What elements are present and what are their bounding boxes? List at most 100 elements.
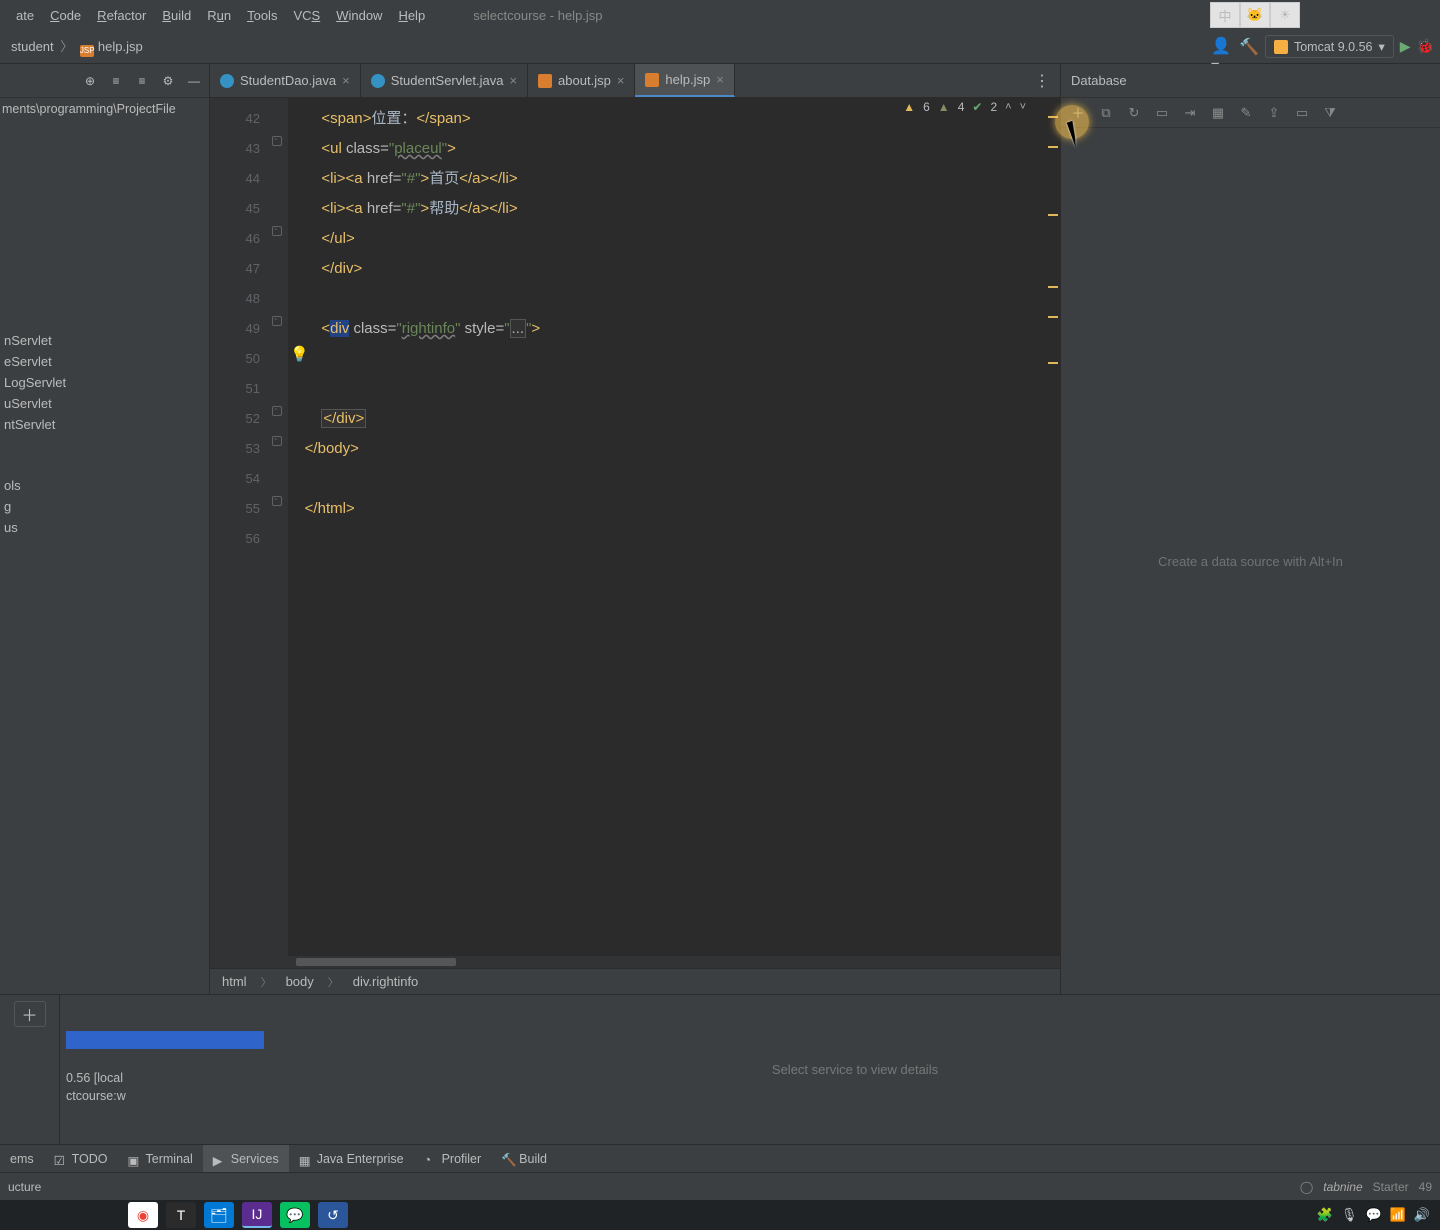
table-icon[interactable]: ▦	[1209, 104, 1227, 122]
service-item[interactable]: 0.56 [local	[66, 1069, 264, 1087]
text-app[interactable]: T	[166, 1202, 196, 1228]
tree-item[interactable]: ntServlet	[0, 414, 209, 435]
locate-icon[interactable]: ⊕	[81, 72, 99, 90]
fold-marker[interactable]	[272, 316, 282, 326]
menu-help[interactable]: Help	[390, 4, 433, 27]
close-icon[interactable]: ×	[716, 72, 724, 87]
expand-icon[interactable]: ≡	[107, 72, 125, 90]
tooltab-profiler[interactable]: ◔Profiler	[414, 1145, 492, 1172]
tray-icon[interactable]: 🔊	[1414, 1207, 1430, 1223]
code-editor[interactable]: 424344454647484950515253545556 <span>位置：…	[210, 98, 1060, 956]
horizontal-scrollbar[interactable]	[210, 956, 1060, 968]
tooltab-javaee[interactable]: ▦Java Enterprise	[289, 1145, 414, 1172]
ime-b[interactable]: 🐱	[1240, 2, 1270, 28]
ime-lang[interactable]: 中	[1210, 2, 1240, 28]
tab-studentservlet[interactable]: StudentServlet.java×	[361, 64, 528, 97]
tree-item[interactable]: nServlet	[0, 330, 209, 351]
tree-item[interactable]: us	[0, 517, 209, 538]
tooltab-todo[interactable]: ☑TODO	[44, 1145, 118, 1172]
close-icon[interactable]: ×	[342, 73, 350, 88]
tree-item[interactable]: eServlet	[0, 351, 209, 372]
jump-icon[interactable]: ⇥	[1181, 104, 1199, 122]
breadcrumb[interactable]: student 〉 JSPhelp.jsp	[6, 34, 148, 59]
intention-bulb-icon[interactable]: 💡	[290, 345, 309, 363]
fold-marker[interactable]	[272, 226, 282, 236]
ddl-icon[interactable]: ⇪	[1265, 104, 1283, 122]
edit-icon[interactable]: ✎	[1237, 104, 1255, 122]
inspection-widget[interactable]: ▲6 ▲4 ✔2 ˄ ˅	[903, 100, 1026, 114]
code-with-me-icon[interactable]: 👤▾	[1211, 36, 1233, 58]
tray-icon[interactable]: 🧩	[1317, 1207, 1333, 1223]
chrome-app[interactable]: ◉	[128, 1202, 158, 1228]
hide-icon[interactable]: —	[185, 72, 203, 90]
line-gutter[interactable]: 424344454647484950515253545556	[210, 98, 268, 956]
structure-label[interactable]: ucture	[8, 1180, 41, 1194]
tooltab-terminal[interactable]: ▣Terminal	[118, 1145, 203, 1172]
service-item[interactable]: ctcourse:w	[66, 1087, 264, 1105]
tab-more-icon[interactable]: ⋮	[1024, 64, 1060, 97]
tooltab-build[interactable]: 🔨Build	[491, 1145, 557, 1172]
menu-refactor[interactable]: Refactor	[89, 4, 154, 27]
run-config-selector[interactable]: Tomcat 9.0.56 ▾	[1265, 35, 1394, 58]
tree-item[interactable]: LogServlet	[0, 372, 209, 393]
refresh-icon[interactable]: ↻	[1125, 104, 1143, 122]
prev-highlight-icon[interactable]: ˄	[1005, 101, 1011, 113]
tab-about[interactable]: about.jsp×	[528, 64, 635, 97]
menu-vcs[interactable]: VCS	[285, 4, 328, 27]
tooltab-services[interactable]: ▶Services	[203, 1145, 289, 1172]
tray-icon[interactable]: 📶	[1390, 1207, 1406, 1223]
tooltab-problems[interactable]: ems	[0, 1145, 44, 1172]
fold-marker[interactable]	[272, 496, 282, 506]
close-icon[interactable]: ×	[509, 73, 517, 88]
tree-item[interactable]: g	[0, 496, 209, 517]
collapse-icon[interactable]: ≡	[133, 72, 151, 90]
add-service-button[interactable]: ＋	[14, 1001, 46, 1027]
menu-tools[interactable]: Tools	[239, 4, 285, 27]
breadcrumb-item[interactable]: html	[222, 974, 247, 989]
wechat-app[interactable]: 💬	[280, 1202, 310, 1228]
tab-help[interactable]: help.jsp×	[635, 64, 734, 97]
services-tree[interactable]: 0.56 [local ctcourse:w	[60, 995, 270, 1144]
console-icon[interactable]: ▭	[1293, 104, 1311, 122]
scrollbar-thumb[interactable]	[296, 958, 456, 966]
tabnine-icon[interactable]: ◯	[1300, 1180, 1313, 1194]
fold-gutter[interactable]	[268, 98, 288, 956]
menu-run[interactable]: Run	[199, 4, 239, 27]
run-button[interactable]: ▶	[1400, 38, 1411, 55]
fold-marker[interactable]	[272, 136, 282, 146]
fold-marker[interactable]	[272, 406, 282, 416]
menu-code[interactable]: Code	[42, 4, 89, 27]
duplicate-icon[interactable]: ⧉	[1097, 104, 1115, 122]
next-highlight-icon[interactable]: ˅	[1020, 101, 1026, 113]
code-area[interactable]: <span>位置：</span> <ul class="placeul"> <l…	[288, 98, 1060, 956]
ime-indicator[interactable]: 中 🐱 ☀	[1210, 2, 1300, 28]
ime-c[interactable]: ☀	[1270, 2, 1300, 28]
error-stripe[interactable]	[1046, 98, 1058, 956]
menu-edit[interactable]: ate	[8, 4, 42, 27]
menu-window[interactable]: Window	[328, 4, 390, 27]
caret-position[interactable]: 49	[1419, 1180, 1432, 1194]
filter-icon[interactable]: ⧩	[1321, 104, 1339, 122]
fold-marker[interactable]	[272, 436, 282, 446]
close-icon[interactable]: ×	[617, 73, 625, 88]
menu-build[interactable]: Build	[154, 4, 199, 27]
gear-icon[interactable]: ⚙	[159, 72, 177, 90]
breadcrumb-item[interactable]: student	[11, 39, 54, 54]
intellij-app[interactable]: IJ	[242, 1202, 272, 1228]
tree-item[interactable]: ols	[0, 475, 209, 496]
database-title[interactable]: Database	[1061, 64, 1440, 98]
project-tree[interactable]: nServlet eServlet LogServlet uServlet nt…	[0, 330, 209, 435]
add-icon[interactable]: ＋	[1069, 104, 1087, 122]
build-icon[interactable]: 🔨	[1239, 37, 1259, 57]
tab-studentdao[interactable]: StudentDao.java×	[210, 64, 361, 97]
explorer-app[interactable]: 🗂	[204, 1202, 234, 1228]
stop-icon[interactable]: ▭	[1153, 104, 1171, 122]
editor-breadcrumb[interactable]: html〉 body〉 div.rightinfo	[210, 968, 1060, 994]
selected-service[interactable]	[66, 1031, 264, 1049]
word-app[interactable]: ↺	[318, 1202, 348, 1228]
breadcrumb-item[interactable]: help.jsp	[98, 39, 143, 54]
breadcrumb-item[interactable]: div.rightinfo	[353, 974, 419, 989]
debug-button[interactable]: 🐞	[1417, 38, 1434, 55]
system-tray[interactable]: 🧩 🎙 💬 📶 🔊	[1317, 1207, 1430, 1223]
tree-item[interactable]: uServlet	[0, 393, 209, 414]
